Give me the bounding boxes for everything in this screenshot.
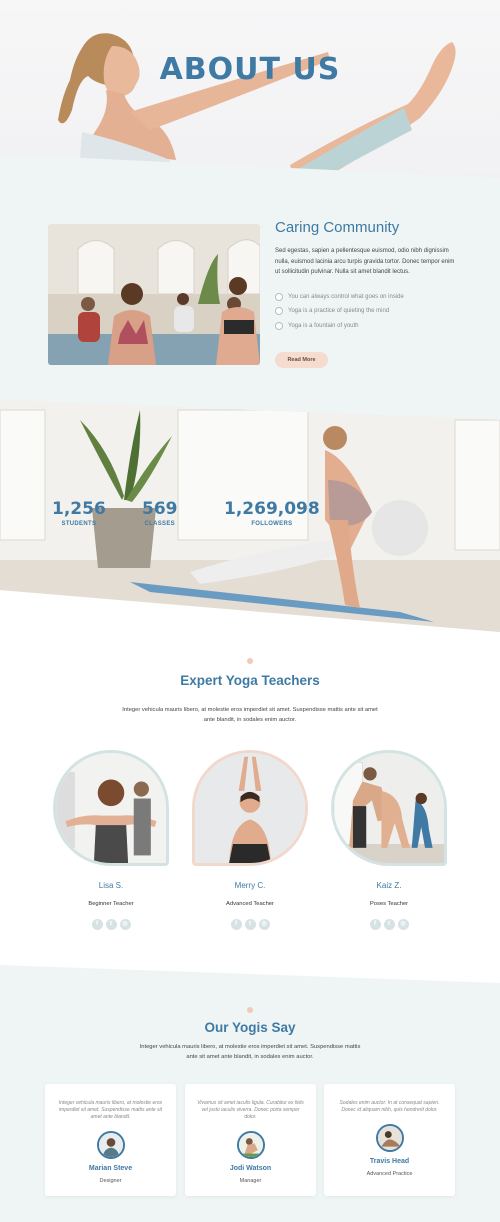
stats-banner: 1,256 STUDENTS 569 CLASSES 1,269,098 FOL… — [0, 400, 500, 632]
instagram-icon[interactable]: ◎ — [397, 919, 409, 930]
check-circle-icon — [275, 292, 283, 301]
stat-classes: 569 CLASSES — [142, 499, 178, 527]
community-checklist: You can always control what goes on insi… — [275, 290, 460, 334]
teacher-photo — [53, 750, 169, 866]
testimonial-quote: Integer vehicula mauris libero, at moles… — [58, 1100, 163, 1120]
stat-value: 569 — [142, 499, 178, 519]
testimonial-role: Advanced Practice — [366, 1171, 413, 1177]
teachers-section-description: Integer vehicula mauris libero, at moles… — [122, 707, 378, 723]
stat-value: 1,256 — [52, 499, 106, 519]
yogis-section-title: Our Yogis Say — [204, 1020, 296, 1035]
teacher-card: Lisa S. Beginner Teacher f t ◎ — [53, 750, 169, 930]
check-circle-icon — [275, 321, 283, 330]
yogis-section-description: Integer vehicula mauris libero, at moles… — [139, 1044, 361, 1060]
instagram-icon[interactable]: ◎ — [119, 919, 131, 930]
testimonial-name: Travis Head — [369, 1158, 410, 1165]
testimonial-quote: Vivamus sit amet iaculis ligula. Curabit… — [197, 1100, 304, 1120]
testimonial-card: Vivamus sit amet iaculis ligula. Curabit… — [185, 1084, 316, 1196]
instagram-icon[interactable]: ◎ — [258, 919, 270, 930]
community-description: Sed egestas, sapien a pellentesque euism… — [275, 248, 455, 275]
teacher-role: Beginner Teacher — [88, 901, 134, 907]
page-title: ABOUT US — [159, 52, 341, 87]
stat-label: FOLLOWERS — [251, 521, 293, 527]
checklist-item-label: You can always control what goes on insi… — [288, 293, 404, 300]
teachers-section-title: Expert Yoga Teachers — [180, 673, 320, 688]
checklist-item: Yoga is a fountain of youth — [275, 319, 460, 334]
social-links: f t ◎ — [192, 919, 308, 930]
testimonial-role: Designer — [99, 1178, 122, 1184]
stat-followers: 1,269,098 FOLLOWERS — [224, 499, 320, 527]
read-more-button[interactable]: Read More — [275, 352, 328, 368]
teacher-role: Advanced Teacher — [226, 901, 274, 907]
twitter-icon[interactable]: t — [244, 919, 256, 930]
facebook-icon[interactable]: f — [369, 919, 381, 930]
teacher-card: Merry C. Advanced Teacher f t ◎ — [192, 750, 308, 930]
testimonial-quote: Sodales enim auctor. In at consequat sap… — [339, 1100, 440, 1113]
community-class-photo — [48, 224, 260, 365]
teacher-photo — [192, 750, 308, 866]
hero-yoga-photo — [58, 33, 456, 185]
social-links: f t ◎ — [331, 919, 447, 930]
twitter-icon[interactable]: t — [383, 919, 395, 930]
teacher-name: Merry C. — [234, 881, 266, 890]
teacher-name: Lisa S. — [98, 881, 124, 890]
teacher-name: Kaiz Z. — [376, 881, 402, 890]
checklist-item: You can always control what goes on insi… — [275, 290, 460, 305]
community-content: Caring Community Sed egestas, sapien a p… — [275, 219, 460, 368]
teacher-role: Poses Teacher — [369, 901, 409, 907]
stat-label: STUDENTS — [61, 521, 97, 527]
facebook-icon[interactable]: f — [230, 919, 242, 930]
stat-value: 1,269,098 — [224, 499, 320, 519]
teacher-photo — [331, 750, 447, 866]
hero-banner: ABOUT US — [0, 0, 500, 185]
twitter-icon[interactable]: t — [105, 919, 117, 930]
section-divider-dot — [247, 658, 253, 664]
testimonial-card: Sodales enim auctor. In at consequat sap… — [324, 1084, 455, 1196]
check-circle-icon — [275, 307, 283, 316]
teacher-card: Kaiz Z. Poses Teacher f t ◎ — [331, 750, 447, 930]
checklist-item: Yoga is a practice of quieting the mind — [275, 304, 460, 319]
testimonial-name: Marian Steve — [88, 1165, 133, 1172]
avatar — [375, 1124, 404, 1152]
facebook-icon[interactable]: f — [91, 919, 103, 930]
avatar — [96, 1131, 125, 1159]
testimonial-role: Manager — [239, 1178, 262, 1184]
testimonial-name: Jodi Watson — [229, 1165, 272, 1172]
section-divider-dot — [247, 1007, 253, 1013]
stat-label: CLASSES — [144, 521, 175, 527]
checklist-item-label: Yoga is a practice of quieting the mind — [288, 308, 390, 315]
stat-students: 1,256 STUDENTS — [52, 499, 106, 527]
social-links: f t ◎ — [53, 919, 169, 930]
checklist-item-label: Yoga is a fountain of youth — [288, 322, 359, 329]
testimonial-card: Integer vehicula mauris libero, at moles… — [45, 1084, 176, 1196]
avatar — [236, 1131, 265, 1159]
community-title: Caring Community — [275, 219, 400, 236]
